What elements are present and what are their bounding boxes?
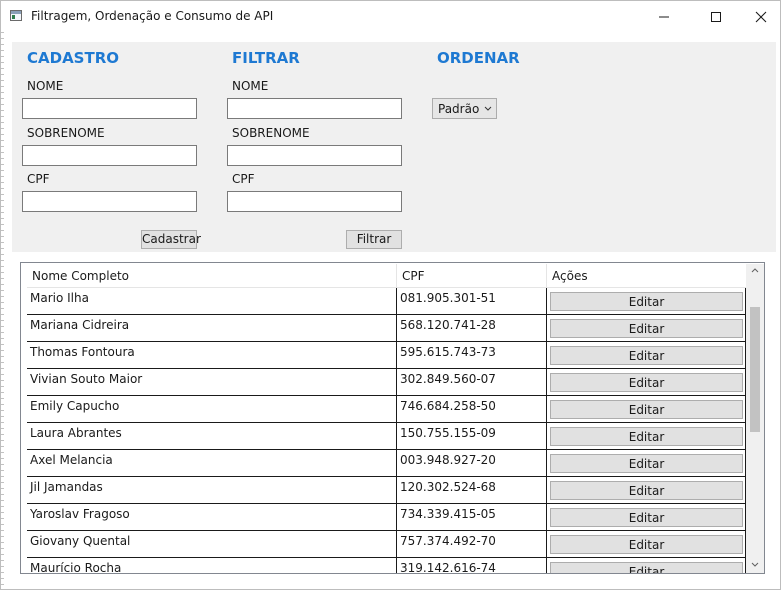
cell-name: Thomas Fontoura (27, 342, 397, 368)
column-header-actions[interactable]: Ações (547, 264, 746, 287)
filtrar-nome-input[interactable] (227, 98, 402, 119)
title-bar[interactable]: Filtragem, Ordenação e Consumo de API (1, 1, 780, 32)
edit-button[interactable]: Editar (550, 481, 743, 500)
table-row[interactable]: Thomas Fontoura 595.615.743-73 Editar (27, 342, 746, 369)
cell-cpf: 120.302.524-68 (397, 477, 547, 503)
cell-actions: Editar (547, 450, 746, 476)
app-icon (10, 10, 22, 21)
cell-name: Mariana Cidreira (27, 315, 397, 341)
cadastro-title: CADASTRO (27, 49, 120, 67)
ordenar-select[interactable]: Padrão (432, 98, 497, 119)
grid-header: Nome Completo CPF Ações (27, 264, 746, 288)
maximize-button[interactable] (693, 1, 739, 32)
cell-cpf: 003.948.927-20 (397, 450, 547, 476)
edit-button[interactable]: Editar (550, 319, 743, 338)
cell-name: Giovany Quental (27, 531, 397, 557)
edit-button[interactable]: Editar (550, 400, 743, 419)
cell-cpf: 734.339.415-05 (397, 504, 547, 530)
cadastro-nome-label: NOME (27, 79, 64, 93)
edit-button[interactable]: Editar (550, 346, 743, 365)
cadastro-sobrenome-input[interactable] (22, 145, 197, 166)
cell-actions: Editar (547, 558, 746, 573)
filtrar-title: FILTRAR (232, 49, 300, 67)
cell-name: Laura Abrantes (27, 423, 397, 449)
cell-cpf: 595.615.743-73 (397, 342, 547, 368)
column-header-cpf[interactable]: CPF (397, 264, 547, 287)
cell-actions: Editar (547, 423, 746, 449)
table-row[interactable]: Axel Melancia 003.948.927-20 Editar (27, 450, 746, 477)
table-row[interactable]: Mariana Cidreira 568.120.741-28 Editar (27, 315, 746, 342)
cell-cpf: 150.755.155-09 (397, 423, 547, 449)
close-icon (755, 11, 767, 23)
filtrar-button[interactable]: Filtrar (346, 230, 402, 249)
edit-button[interactable]: Editar (550, 508, 743, 527)
cell-actions: Editar (547, 396, 746, 422)
chevron-down-icon (484, 106, 492, 111)
filtrar-nome-label: NOME (232, 79, 269, 93)
table-row[interactable]: Giovany Quental 757.374.492-70 Editar (27, 531, 746, 558)
filtrar-cpf-input[interactable] (227, 191, 402, 212)
cell-name: Maurício Rocha (27, 558, 397, 573)
cell-actions: Editar (547, 288, 746, 314)
scroll-thumb[interactable] (750, 307, 760, 432)
scroll-up-icon[interactable] (751, 267, 759, 273)
ordenar-title: ORDENAR (437, 49, 520, 67)
table-row[interactable]: Jil Jamandas 120.302.524-68 Editar (27, 477, 746, 504)
edit-button[interactable]: Editar (550, 427, 743, 446)
cell-actions: Editar (547, 369, 746, 395)
table-row[interactable]: Vivian Souto Maior 302.849.560-07 Editar (27, 369, 746, 396)
cell-name: Mario Ilha (27, 288, 397, 314)
edit-button[interactable]: Editar (550, 562, 743, 573)
grid-scrollbar[interactable] (746, 264, 764, 573)
edit-button[interactable]: Editar (550, 454, 743, 473)
table-row[interactable]: Mario Ilha 081.905.301-51 Editar (27, 288, 746, 315)
maximize-icon (711, 12, 721, 22)
cell-name: Vivian Souto Maior (27, 369, 397, 395)
cell-cpf: 757.374.492-70 (397, 531, 547, 557)
cell-name: Axel Melancia (27, 450, 397, 476)
cell-cpf: 319.142.616-74 (397, 558, 547, 573)
cell-cpf: 746.684.258-50 (397, 396, 547, 422)
filtrar-sobrenome-label: SOBRENOME (232, 126, 310, 140)
app-window: Filtragem, Ordenação e Consumo de API CA… (0, 0, 781, 590)
cell-actions: Editar (547, 504, 746, 530)
cell-actions: Editar (547, 315, 746, 341)
cell-name: Emily Capucho (27, 396, 397, 422)
edit-button[interactable]: Editar (550, 535, 743, 554)
column-header-name[interactable]: Nome Completo (27, 264, 397, 287)
filtrar-sobrenome-input[interactable] (227, 145, 402, 166)
cell-name: Yaroslav Fragoso (27, 504, 397, 530)
table-row[interactable]: Emily Capucho 746.684.258-50 Editar (27, 396, 746, 423)
window-title: Filtragem, Ordenação e Consumo de API (31, 9, 274, 23)
cadastro-sobrenome-label: SOBRENOME (27, 126, 105, 140)
table-row[interactable]: Laura Abrantes 150.755.155-09 Editar (27, 423, 746, 450)
grid-rows: Mario Ilha 081.905.301-51 Editar Mariana Ci… (27, 288, 746, 573)
window-edge (1, 32, 4, 589)
scroll-down-icon[interactable] (751, 562, 759, 568)
cell-cpf: 568.120.741-28 (397, 315, 547, 341)
filtrar-cpf-label: CPF (232, 172, 255, 186)
cadastro-cpf-label: CPF (27, 172, 50, 186)
table-row[interactable]: Yaroslav Fragoso 734.339.415-05 Editar (27, 504, 746, 531)
cadastro-nome-input[interactable] (22, 98, 197, 119)
ordenar-selected-value: Padrão (438, 102, 480, 116)
edit-button[interactable]: Editar (550, 292, 743, 311)
close-button[interactable] (738, 1, 780, 32)
cadastrar-button[interactable]: Cadastrar (141, 230, 201, 249)
cell-name: Jil Jamandas (27, 477, 397, 503)
cell-cpf: 302.849.560-07 (397, 369, 547, 395)
minimize-icon (659, 16, 669, 18)
edit-button[interactable]: Editar (550, 373, 743, 392)
people-grid[interactable]: Nome Completo CPF Ações Mario Ilha 081.90… (20, 262, 765, 574)
table-row[interactable]: Maurício Rocha 319.142.616-74 Editar (27, 558, 746, 573)
cell-actions: Editar (547, 531, 746, 557)
minimize-button[interactable] (641, 1, 687, 32)
cell-cpf: 081.905.301-51 (397, 288, 547, 314)
cell-actions: Editar (547, 477, 746, 503)
cell-actions: Editar (547, 342, 746, 368)
cadastro-cpf-input[interactable] (22, 191, 197, 212)
